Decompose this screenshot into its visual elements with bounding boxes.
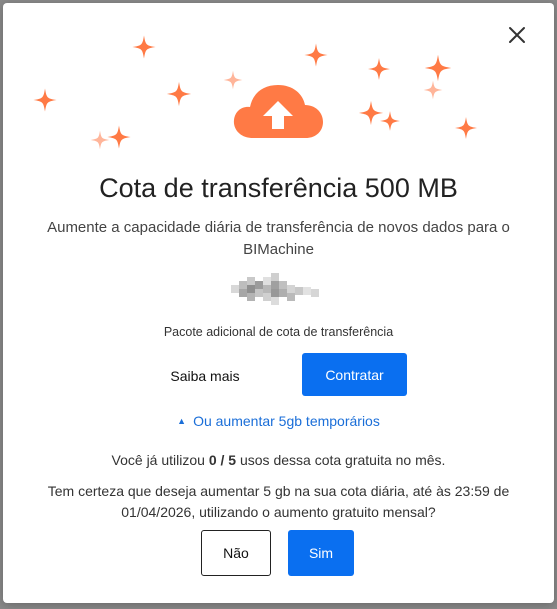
- no-button[interactable]: Não: [201, 530, 271, 576]
- confirm-question: Tem certeza que deseja aumentar 5 gb na …: [47, 483, 510, 520]
- temporary-increase-toggle[interactable]: ▲ Ou aumentar 5gb temporários: [3, 413, 554, 429]
- transfer-quota-modal: Cota de transferência 500 MB Aumente a c…: [3, 3, 554, 603]
- blurred-logo-image: [231, 273, 319, 305]
- modal-subtitle: Aumente a capacidade diária de transferê…: [47, 219, 510, 258]
- caret-up-icon: ▲: [177, 416, 187, 426]
- usage-suffix: usos dessa cota gratuita no mês.: [236, 452, 446, 468]
- usage-text: Você já utilizou 0 / 5 usos dessa cota g…: [3, 452, 554, 468]
- yes-button[interactable]: Sim: [288, 530, 354, 576]
- learn-more-button[interactable]: Saiba mais: [153, 355, 257, 397]
- usage-count: 0 / 5: [208, 452, 237, 468]
- contract-button[interactable]: Contratar: [302, 353, 407, 396]
- cloud-upload-icon: [233, 85, 323, 138]
- modal-title: Cota de transferência 500 MB: [99, 173, 458, 203]
- temporary-increase-label: Ou aumentar 5gb temporários: [193, 413, 380, 429]
- package-label: Pacote adicional de cota de transferênci…: [163, 325, 394, 339]
- cloud-upload-illustration: [33, 35, 477, 150]
- usage-prefix: Você já utilizou: [111, 452, 209, 468]
